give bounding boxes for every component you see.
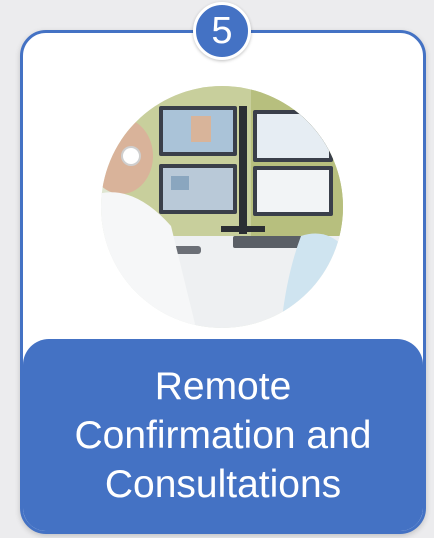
card-title: Remote Confirmation and Consultations: [65, 362, 382, 509]
step-number: 5: [211, 10, 233, 52]
card-title-line-3: Consultations: [104, 462, 342, 506]
card-title-line-1: Remote: [154, 364, 292, 408]
card-caption-band: Remote Confirmation and Consultations: [23, 339, 423, 531]
workstation-illustration: [101, 86, 343, 328]
step-number-badge: 5: [193, 2, 251, 60]
workstation-photo: [101, 86, 343, 328]
card-title-line-2: Confirmation and: [74, 413, 372, 457]
